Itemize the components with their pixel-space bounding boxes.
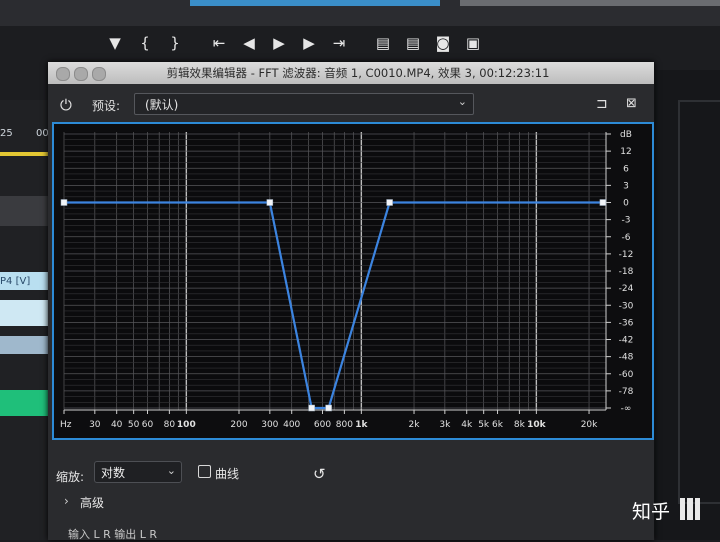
y-tick-label: -60 <box>619 370 634 380</box>
fft-filter-graph[interactable]: Hz 30 40 50 60 80 100 200 300 400 600 800 1k 2k 3k 4k 5k… <box>52 122 654 440</box>
x-tick-label: 300 <box>261 420 278 430</box>
scale-value: 对数 <box>101 466 126 480</box>
camera-icon[interactable]: ◙ <box>428 28 458 58</box>
delete-preset-icon[interactable]: ⊠ <box>626 96 637 111</box>
curve-handle[interactable] <box>308 404 315 412</box>
overwrite-icon[interactable]: ▤ <box>398 28 428 58</box>
out-point-icon[interactable]: } <box>160 28 190 58</box>
x-tick-label: 4k <box>461 420 473 430</box>
y-tick-label: 12 <box>620 147 631 157</box>
scale-dropdown[interactable]: 对数 ⌄ <box>94 461 182 483</box>
left-timeline-panel: 25 00 P4 [V] <box>0 100 52 540</box>
x-tick-label: 200 <box>230 420 247 430</box>
scale-label: 缩放: <box>56 470 85 484</box>
y-tick-label: dB <box>620 130 632 140</box>
y-tick-label: -18 <box>619 267 634 277</box>
y-tick-label: -6 <box>622 233 631 243</box>
audio-clip[interactable] <box>0 390 52 416</box>
y-tick-label: -30 <box>619 301 634 311</box>
step-back-icon[interactable]: ◀ <box>234 28 264 58</box>
x-tick-label: 1k <box>355 420 368 430</box>
chevron-down-icon: ⌄ <box>457 95 467 108</box>
curve-label: 曲线 <box>215 467 240 481</box>
curve-handle[interactable] <box>325 404 332 412</box>
watermark-text: 知乎 <box>632 501 671 523</box>
frequency-response-chart[interactable]: Hz 30 40 50 60 80 100 200 300 400 600 800 1k 2k 3k 4k 5k… <box>54 124 652 438</box>
x-tick-label: 20k <box>581 420 598 430</box>
x-tick-label: 6k <box>492 420 504 430</box>
advanced-toggle[interactable]: 高级 <box>80 494 104 511</box>
transport-controls: ▼{} ⇤ ◀ ▶ ▶ ⇥ ▤ ▤ ◙ ▣ <box>100 28 600 58</box>
work-area-bar <box>0 152 52 156</box>
x-tick-label: 10k <box>527 420 547 430</box>
in-point-icon[interactable]: { <box>130 28 160 58</box>
title-bar[interactable]: 剪辑效果编辑器 - FFT 滤波器: 音频 1, C0010.MP4, 效果 3… <box>48 62 654 84</box>
timeline-stripe-gray <box>460 0 720 6</box>
y-tick-label: -78 <box>619 387 634 397</box>
x-tick-label: 8k <box>514 420 526 430</box>
clip-effect-editor-window: 剪辑效果编辑器 - FFT 滤波器: 音频 1, C0010.MP4, 效果 3… <box>48 62 654 541</box>
track-header <box>0 196 52 226</box>
curve-handle[interactable] <box>386 199 393 206</box>
go-to-in-icon[interactable]: ⇤ <box>204 28 234 58</box>
x-tick-label: 30 <box>89 420 101 430</box>
preset-dropdown[interactable]: (默认) ⌄ <box>134 93 474 115</box>
x-tick-label: 3k <box>439 420 451 430</box>
x-tick-label: 5k <box>478 420 490 430</box>
y-tick-label: 0 <box>623 199 629 209</box>
y-tick-label: -12 <box>619 250 634 260</box>
step-forward-icon[interactable]: ▶ <box>294 28 324 58</box>
minimize-window-icon[interactable] <box>74 67 88 81</box>
clip-name: P4 [V] <box>0 276 31 287</box>
y-tick-label: 3 <box>623 181 629 191</box>
close-window-icon[interactable] <box>56 67 70 81</box>
y-tick-label: -3 <box>622 216 631 226</box>
play-icon[interactable]: ▶ <box>264 28 294 58</box>
preset-toolbar: ⏻ 预设: (默认) ⌄ ⊐ ⊠ <box>48 90 654 118</box>
preset-menu-icon[interactable]: ⊐ <box>596 96 608 112</box>
y-tick-label: -42 <box>619 336 634 346</box>
y-tick-label: -∞ <box>621 404 632 414</box>
x-tick-label: 800 <box>336 420 353 430</box>
video-clip[interactable] <box>0 300 52 326</box>
curve-handle[interactable] <box>60 199 68 206</box>
zoom-window-icon[interactable] <box>92 67 106 81</box>
reset-icon[interactable]: ↺ <box>313 465 326 483</box>
chevron-right-icon[interactable]: › <box>64 494 69 508</box>
x-tick-label: 80 <box>164 420 176 430</box>
go-to-out-icon[interactable]: ⇥ <box>324 28 354 58</box>
compare-icon[interactable]: ▣ <box>458 28 488 58</box>
y-tick-label: 6 <box>623 164 629 174</box>
x-tick-label: 600 <box>314 420 331 430</box>
mark-in-icon[interactable]: ▼ <box>100 28 130 58</box>
chevron-down-icon: ⌄ <box>166 464 176 477</box>
clip-strip[interactable] <box>0 336 52 354</box>
x-tick-label: 100 <box>177 420 196 430</box>
curve-handle[interactable] <box>266 199 274 206</box>
y-tick-label: -48 <box>619 353 634 363</box>
y-tick-label: -36 <box>619 318 634 328</box>
curve-handle[interactable] <box>599 199 607 206</box>
x-tick-label: 2k <box>409 420 421 430</box>
preset-label: 预设: <box>92 99 121 113</box>
x-tick-label: 400 <box>283 420 300 430</box>
x-tick-label: Hz <box>60 420 72 430</box>
x-tick-label: 40 <box>111 420 123 430</box>
x-tick-label: 60 <box>142 420 154 430</box>
insert-icon[interactable]: ▤ <box>368 28 398 58</box>
x-tick-label: 50 <box>128 420 140 430</box>
power-icon[interactable]: ⏻ <box>60 96 72 114</box>
preset-value: (默认) <box>145 98 179 112</box>
timeline-stripe <box>190 0 440 6</box>
window-title: 剪辑效果编辑器 - FFT 滤波器: 音频 1, C0010.MP4, 效果 3… <box>166 66 550 80</box>
watermark-logo <box>680 498 700 520</box>
bottom-controls: 缩放: 对数 ⌄ 曲线 ↺ › 高级 输入 L R 输出 L R <box>48 456 654 541</box>
curve-checkbox[interactable] <box>198 465 211 478</box>
right-panel-frame <box>678 100 720 504</box>
y-tick-label: -24 <box>619 284 634 294</box>
